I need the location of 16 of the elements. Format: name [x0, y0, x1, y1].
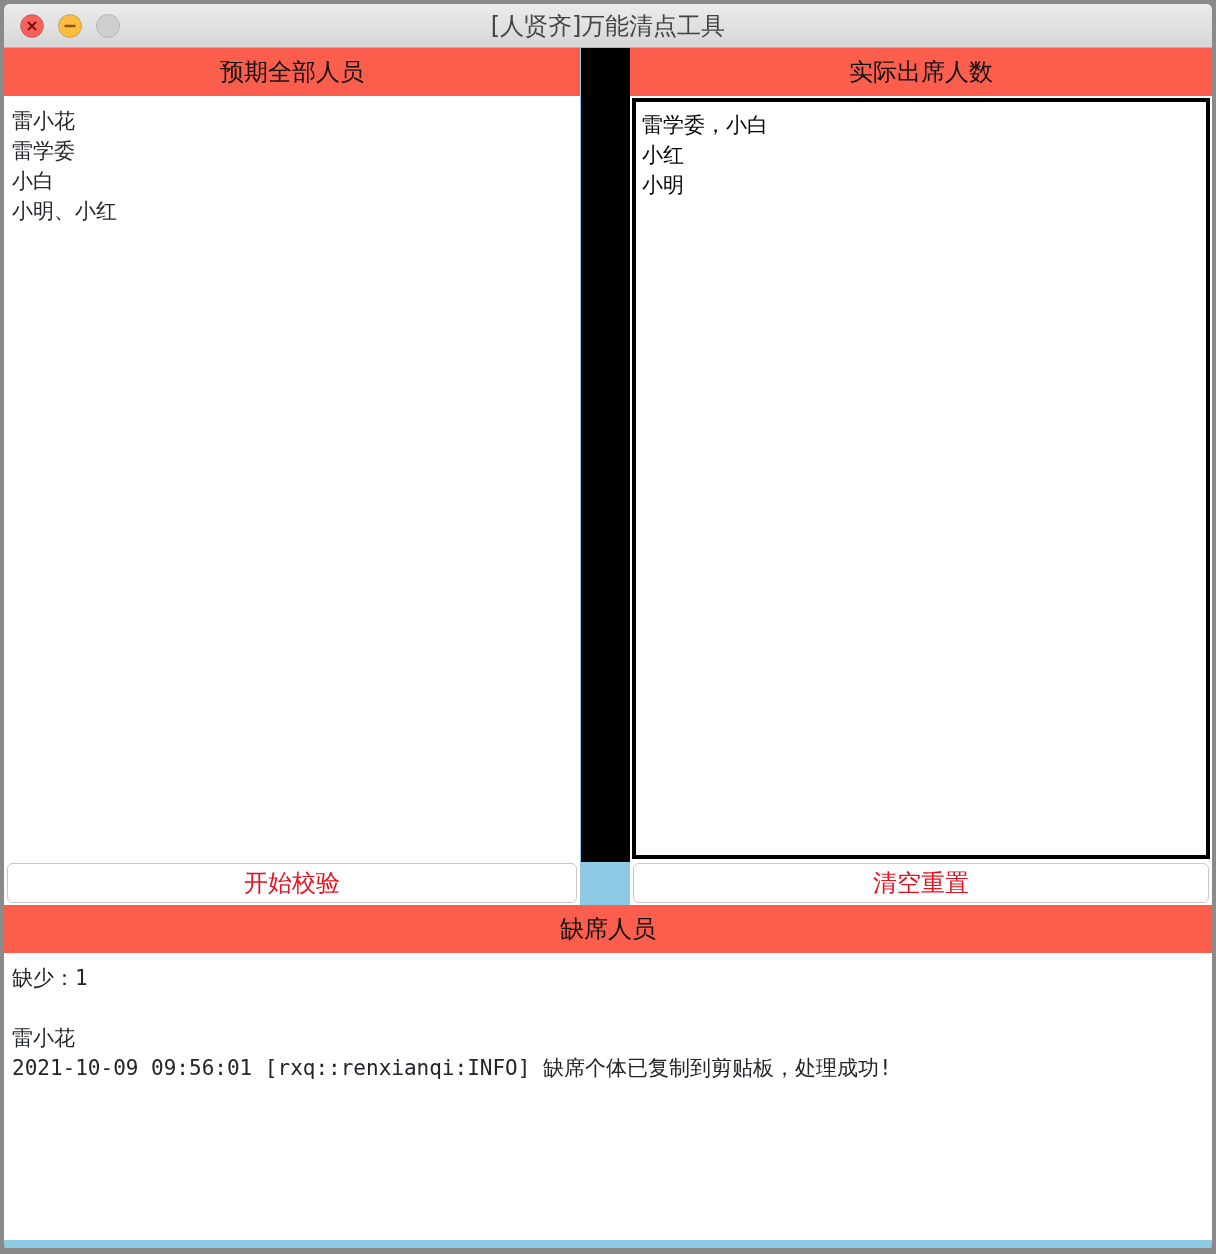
- panel-heading: 缺席人员: [4, 905, 1212, 953]
- attendance-field[interactable]: 雷学委，小白 小红 小明: [632, 98, 1210, 859]
- log-line: 雷小花: [12, 1025, 75, 1052]
- panel-heading: 预期全部人员: [4, 48, 580, 96]
- name-line: 小白: [12, 168, 54, 195]
- close-icon[interactable]: [20, 13, 44, 38]
- panel-heading: 实际出席人数: [630, 48, 1212, 96]
- verify-button[interactable]: 开始校验: [7, 863, 577, 903]
- minimize-icon[interactable]: [58, 13, 82, 38]
- name-line: 小明、小红: [12, 198, 117, 225]
- reset-button[interactable]: 清空重置: [633, 863, 1209, 903]
- log-line: 缺少：1: [12, 965, 88, 992]
- name-line: 雷学委: [12, 138, 75, 165]
- name-line: 雷小花: [12, 108, 75, 135]
- window-title: [人贤齐]万能清点工具: [490, 10, 726, 42]
- log-line: 2021-10-09 09:56:01 [rxq::renxianqi:INFO] 缺席个体已复制到剪贴板，处理成功!: [12, 1055, 892, 1082]
